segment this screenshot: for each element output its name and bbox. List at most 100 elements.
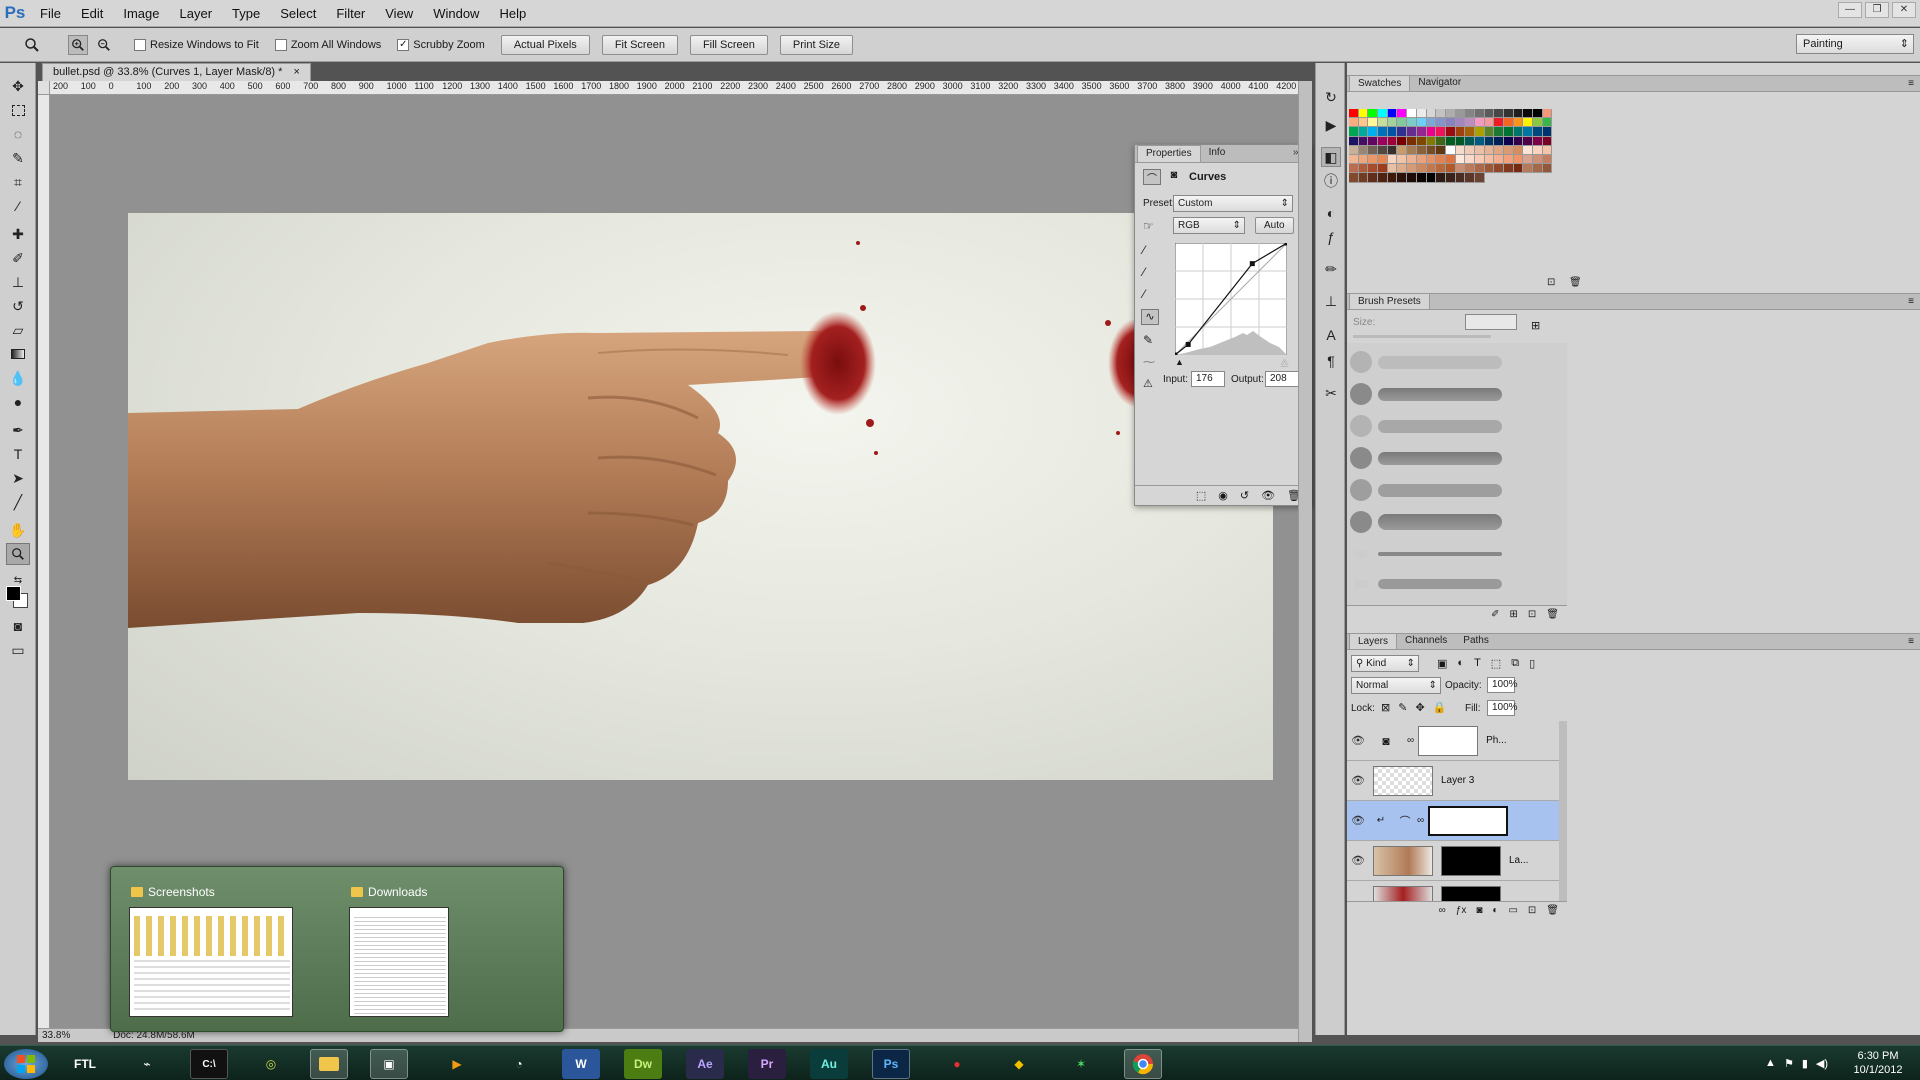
network-icon[interactable]: ▮ [1802,1057,1808,1070]
swatch-color[interactable] [1407,109,1417,119]
word-icon[interactable]: W [562,1049,600,1079]
swatch-color[interactable] [1465,145,1475,155]
swatch-color[interactable] [1378,136,1388,146]
swatch-color[interactable] [1465,173,1475,183]
lock-position-icon[interactable]: ✥ [1415,701,1424,714]
swatch-color[interactable] [1368,173,1379,183]
swatch-color[interactable] [1513,164,1524,174]
taskbar-app[interactable]: ⌁ [128,1049,166,1079]
swatch-color[interactable] [1542,154,1553,165]
swatch-color[interactable] [1445,136,1456,146]
tray-expand-icon[interactable]: ▲ [1765,1057,1776,1070]
new-brush-icon[interactable]: ⊡ [1528,609,1536,620]
swatch-color[interactable] [1416,136,1427,146]
swatch-color[interactable] [1542,118,1553,128]
swatch-color[interactable] [1455,145,1466,155]
swatch-color[interactable] [1368,145,1379,155]
color-icon[interactable]: ◐ [1321,203,1341,223]
swatch-color[interactable] [1426,109,1437,119]
razer-icon[interactable]: ✶ [1062,1049,1100,1079]
swatch-color[interactable] [1436,173,1446,183]
swatch-color[interactable] [1474,154,1485,165]
swatch-color[interactable] [1436,164,1446,174]
panel-menu-icon[interactable]: ≡ [1908,636,1914,647]
panel-menu-icon[interactable]: ≡ [1908,78,1914,89]
swatch-color[interactable] [1523,164,1534,174]
line-tool-icon[interactable]: ╱ [6,491,30,513]
smooth-icon[interactable]: ⁓ [1143,355,1155,369]
chrome-icon[interactable] [1124,1049,1162,1079]
taskbar-app[interactable]: C:\ [190,1049,228,1079]
swatch-color[interactable] [1426,118,1437,128]
swatch-color[interactable] [1455,118,1466,128]
view-previous-icon[interactable]: ◉ [1218,489,1228,502]
new-swatch-icon[interactable]: ⊡ [1547,277,1555,288]
auto-button[interactable]: Auto [1255,217,1294,234]
pencil-draw-icon[interactable]: ✎ [1143,333,1153,347]
thumbnail-screenshots[interactable]: Screenshots [131,885,215,899]
filter-toggle-icon[interactable]: ▯ [1529,657,1535,670]
swatch-color[interactable] [1523,136,1534,146]
menu-help[interactable]: Help [489,0,536,27]
layers-scrollbar[interactable] [1559,721,1567,901]
tab-brush-presets[interactable]: Brush Presets [1349,293,1430,309]
brush-preset-item[interactable] [1350,571,1504,597]
eye-icon[interactable]: 👁 [1347,734,1369,747]
swatch-color[interactable] [1484,127,1495,137]
menu-image[interactable]: Image [113,0,169,27]
pen-tool-icon[interactable]: ✒ [6,419,30,441]
swatch-color[interactable] [1494,154,1504,165]
swatch-color[interactable] [1387,118,1398,128]
swatch-color[interactable] [1368,154,1379,165]
swatch-color[interactable] [1387,164,1398,174]
dodge-tool-icon[interactable]: ● [6,391,30,413]
swatch-color[interactable] [1474,118,1485,128]
swatch-color[interactable] [1445,109,1456,119]
swatch-color[interactable] [1513,136,1524,146]
swatch-color[interactable] [1455,164,1466,174]
swatch-color[interactable] [1465,109,1475,119]
swatch-color[interactable] [1368,109,1379,119]
curve-control-point[interactable] [1249,261,1255,267]
swatch-color[interactable] [1407,164,1417,174]
tab-navigator[interactable]: Navigator [1410,75,1469,91]
healing-brush-tool-icon[interactable]: ✚ [6,223,30,245]
swatch-color[interactable] [1484,136,1495,146]
swatch-color[interactable] [1513,109,1524,119]
swatch-color[interactable] [1523,109,1534,119]
ruler-origin[interactable] [38,81,50,95]
swatch-color[interactable] [1368,118,1379,128]
swatch-color[interactable] [1436,109,1446,119]
swatch-color[interactable] [1484,164,1495,174]
swatch-color[interactable] [1523,127,1534,137]
brush-preset-item[interactable] [1350,381,1504,407]
hand-tool-icon[interactable]: ✋ [6,519,30,541]
eye-icon[interactable]: 👁 [1347,814,1369,827]
zoom-tool-icon[interactable] [6,543,30,565]
brush-preset-item[interactable] [1350,413,1504,439]
swatch-color[interactable] [1349,173,1359,183]
swatch-color[interactable] [1358,154,1369,165]
swatch-color[interactable] [1445,127,1456,137]
swatch-color[interactable] [1533,164,1543,174]
adjustments-icon[interactable]: ◧ [1321,147,1341,167]
blur-tool-icon[interactable]: 💧 [6,367,30,389]
actions-icon[interactable]: ▶ [1321,115,1341,135]
clip-to-layer-icon[interactable]: ⬚ [1196,489,1206,502]
layer-row[interactable]: 👁 Layer 3 [1347,761,1559,801]
workspace-dropdown[interactable]: Painting ⇕ [1796,34,1914,54]
character-icon[interactable]: A [1321,325,1341,345]
swatch-color[interactable] [1484,109,1495,119]
tab-paths[interactable]: Paths [1455,633,1497,649]
swatch-color[interactable] [1533,127,1543,137]
foreground-color-swatch[interactable] [6,586,21,601]
swatch-color[interactable] [1378,127,1388,137]
tab-layers[interactable]: Layers [1349,633,1398,649]
lock-transparent-icon[interactable]: ⊠ [1381,701,1390,714]
layer-mask-thumbnail[interactable] [1428,805,1509,836]
explorer-icon[interactable] [310,1049,348,1079]
swatch-color[interactable] [1416,145,1427,155]
swatch-color[interactable] [1513,127,1524,137]
swatch-color[interactable] [1358,164,1369,174]
taskbar-app[interactable]: ▶ [438,1049,476,1079]
